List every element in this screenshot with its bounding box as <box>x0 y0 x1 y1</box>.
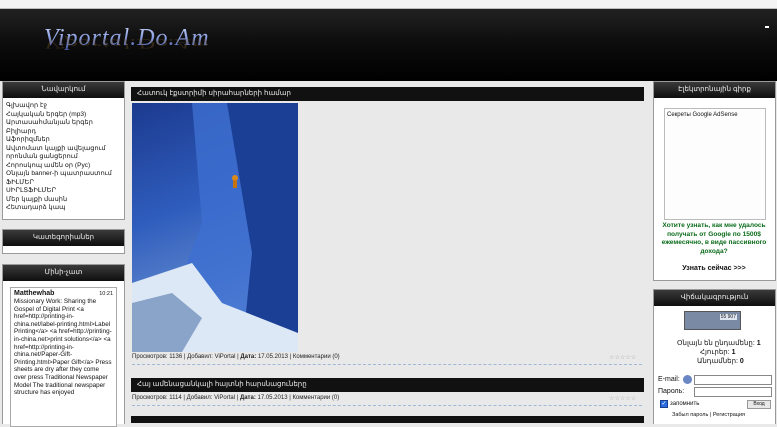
categories-title: Կատեգորիաներ <box>3 230 124 246</box>
categories-panel: Կատեգորիաներ <box>2 229 125 254</box>
minichat-title: Մինի-չատ <box>3 265 124 281</box>
navigation-title: Նավարկում <box>3 82 124 98</box>
email-field[interactable] <box>694 375 772 385</box>
ad-promo-text[interactable]: Хотите узнать, как мне удалось получать … <box>658 222 770 256</box>
navigation-panel: Նավարկում Գլխավոր էջ Հայկական երգեր (mp3… <box>2 81 125 220</box>
comments-link[interactable]: Комментарии <box>293 354 331 360</box>
visit-counter[interactable]: 55 907 <box>684 311 741 330</box>
nav-item-love-films[interactable]: ՍԻՐԼՏՖԻԼՄԵՐ <box>6 187 121 196</box>
chat-message-text: Missionary Work: Sharing the Gospel of D… <box>14 298 112 397</box>
post-author[interactable]: ViPortal <box>215 354 236 360</box>
post-divider <box>132 405 642 406</box>
ebook-ad-panel: Էլեկտրոնային գիրք Секреты Google AdSense… <box>653 81 776 281</box>
ebook-title: Էլեկտրոնային գիրք <box>654 82 775 98</box>
members-value: 0 <box>739 358 744 365</box>
chat-time: 10:21 <box>99 291 113 297</box>
nav-item-auto-add-site[interactable]: Ավտոմատ կայքի ավելացում <box>6 145 121 154</box>
stats-title: Վիճակագրություն <box>654 290 775 306</box>
counter-value: 55 907 <box>719 314 737 320</box>
online-total-value: 1 <box>756 340 761 347</box>
nav-item-contact[interactable]: Հետադարձ կապ <box>6 204 121 213</box>
guests-label: Հյուրեր: <box>700 349 730 356</box>
nav-item-search-networks[interactable]: որոնման ցանցերում <box>6 153 121 162</box>
minichat-panel: Մինի-չատ Matthewhab 10:21 Missionary Wor… <box>2 264 125 427</box>
views-label: Просмотров: <box>132 354 168 360</box>
post-image-ice-climber[interactable] <box>132 103 298 352</box>
ad-learn-more-link[interactable]: Узнать сейчас >>> <box>654 265 774 272</box>
forgot-password-link[interactable]: Забыл пароль <box>672 412 708 418</box>
members-count: Անդամներ: 0 <box>697 357 744 365</box>
rating-stars-icon[interactable]: ☆☆☆☆☆ <box>609 354 636 361</box>
nav-item-banner-maker[interactable]: Օնլայն banner-ի պատրաստում <box>6 170 121 179</box>
post-meta: Просмотров: 1136 | Добавил: ViPortal | Д… <box>132 354 636 361</box>
content-area: Հատուկ էքստրիմի սիրահարների համար Просмо… <box>129 86 646 423</box>
date-label: Дата: <box>239 395 256 401</box>
rating-stars-icon[interactable]: ☆☆☆☆☆ <box>609 395 636 402</box>
link-separator: | <box>709 412 712 418</box>
post-title[interactable]: Հայ ամենացանկալի հայտնի հարսնացուները <box>131 378 644 392</box>
guests-count: Հյուրեր: 1 <box>700 348 736 356</box>
nav-item-foreign-songs[interactable]: Արտասահմանյան երգեր <box>6 119 121 128</box>
views-label: Просмотров: <box>132 395 168 401</box>
email-label: E-mail: <box>658 376 680 383</box>
nav-item-about[interactable]: Մեր կայքի մասին <box>6 196 121 205</box>
post-divider <box>132 364 642 365</box>
comments-link[interactable]: Комментарии <box>292 395 330 401</box>
post-date: 17.05.2013 <box>257 354 288 360</box>
comments-count[interactable]: (0) <box>332 354 339 360</box>
online-total: Օնլայն են ընդամենը: 1 <box>677 339 761 347</box>
post-title-partial[interactable] <box>131 416 644 423</box>
members-label: Անդամներ: <box>697 358 738 365</box>
nav-item-billiards[interactable]: Բիլիարդ <box>6 128 121 137</box>
password-field[interactable] <box>694 387 772 397</box>
nav-item-armenian-songs[interactable]: Հայկական երգեր (mp3) <box>6 111 121 120</box>
openid-icon[interactable] <box>683 375 692 384</box>
account-links: Забыл пароль | Регистрация <box>672 412 745 418</box>
comments-count[interactable]: (0) <box>332 395 339 401</box>
date-label: Дата: <box>240 354 257 360</box>
nav-item-aphorisms[interactable]: Աֆորիզմներ <box>6 136 121 145</box>
header-dash-icon <box>765 26 769 28</box>
login-button[interactable]: Вход <box>747 400 771 409</box>
site-logo-reflection: Viportal.Do.Am <box>44 35 210 51</box>
post-author[interactable]: ViPortal <box>214 395 235 401</box>
post-date: 17.05.2013 <box>257 395 288 401</box>
password-label: Пароль: <box>658 388 685 395</box>
register-link[interactable]: Регистрация <box>713 412 745 418</box>
remember-label: запомнить <box>670 401 700 407</box>
online-total-label: Օնլայն են ընդամենը: <box>677 340 755 347</box>
added-label: Добавил: <box>187 354 213 360</box>
guests-value: 1 <box>731 349 736 356</box>
nav-item-films[interactable]: ՖԻԼՄԵՐ <box>6 179 121 188</box>
remember-checkbox[interactable]: ✓ <box>660 400 668 408</box>
views-count: 1136 <box>169 354 183 360</box>
ice-wall-illustration <box>132 103 298 352</box>
chat-message-box[interactable]: Matthewhab 10:21 Missionary Work: Sharin… <box>10 287 117 427</box>
added-label: Добавил: <box>186 395 213 401</box>
navigation-list: Գլխավոր էջ Հայկական երգեր (mp3) Արտասահմ… <box>3 98 124 217</box>
adsense-book-image[interactable]: Секреты Google AdSense <box>664 108 766 220</box>
post-title[interactable]: Հատուկ էքստրիմի սիրահարների համար <box>131 87 644 101</box>
views-count: 1114 <box>169 395 182 401</box>
browser-top-strip <box>0 0 777 9</box>
nav-item-home[interactable]: Գլխավոր էջ <box>6 102 121 111</box>
adsense-image-caption: Секреты Google AdSense <box>667 112 738 118</box>
chat-username[interactable]: Matthewhab <box>14 290 113 297</box>
site-header: Viportal.Do.Am Viportal.Do.Am <box>0 9 777 81</box>
post-meta: Просмотров: 1114 | Добавил: ViPortal | Д… <box>132 395 636 402</box>
nav-item-horoscope[interactable]: Հորոսկոպ ամեն օր (Рус) <box>6 162 121 171</box>
stats-panel: Վիճակագրություն 55 907 Օնլայն են ընդամեն… <box>653 289 776 424</box>
